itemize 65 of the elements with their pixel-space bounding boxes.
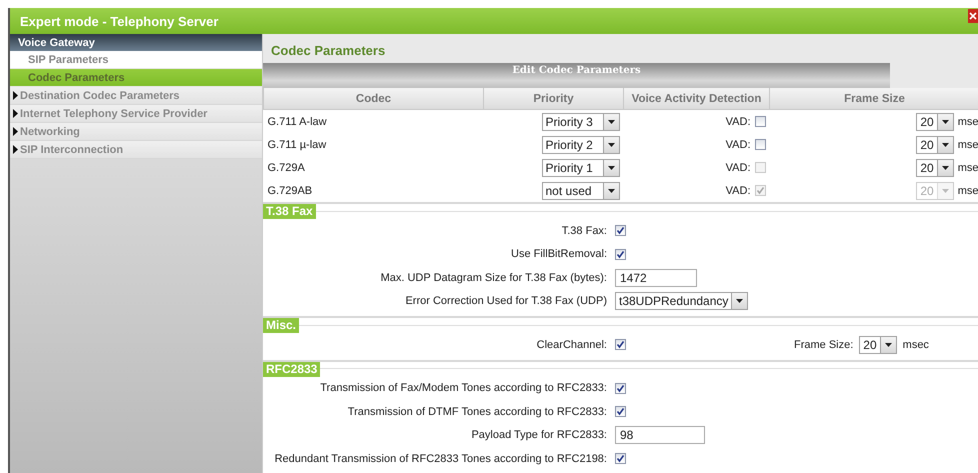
- vad-label: VAD:: [726, 162, 750, 174]
- frame-size-dropdown[interactable]: 20: [916, 136, 954, 154]
- panel-title: Edit Codec Parameters: [512, 65, 641, 76]
- caret-icon: [942, 142, 949, 146]
- column-header: Priority: [484, 88, 624, 110]
- frame-size-dropdown[interactable]: 20: [859, 336, 897, 354]
- unit-label: mse: [958, 116, 978, 128]
- caret-icon: [736, 299, 744, 304]
- codec-name: G.711 µ-law: [266, 138, 328, 152]
- page-heading: Codec Parameters: [271, 43, 386, 58]
- window-title: Expert mode - Telephony Server: [20, 14, 218, 28]
- field-label: ClearChannel:: [536, 338, 608, 351]
- unit-label: mse: [958, 184, 978, 196]
- input-field[interactable]: 98: [615, 426, 705, 444]
- caret-icon: [608, 166, 614, 170]
- vad-label: VAD:: [726, 116, 750, 128]
- field-label: Frame Size:: [794, 338, 854, 351]
- priority-dropdown[interactable]: Priority 3: [542, 112, 620, 130]
- sidebar-header: Voice Gateway: [18, 36, 95, 48]
- column-header: Voice Activity Detection: [624, 88, 770, 110]
- checkbox[interactable]: [615, 382, 626, 394]
- field-label: Redundant Transmission of RFC2833 Tones according to RFC2198:: [274, 452, 608, 465]
- dropdown[interactable]: t38UDPRedundancy: [615, 292, 748, 310]
- checkbox[interactable]: [615, 225, 626, 236]
- section-label: RFC2833: [263, 362, 320, 376]
- checkbox[interactable]: [615, 248, 626, 260]
- close-icon[interactable]: [968, 9, 978, 23]
- unit-label: mse: [958, 162, 978, 174]
- checkbox[interactable]: [615, 406, 626, 418]
- checkbox[interactable]: [615, 453, 626, 464]
- caret-icon: [884, 342, 892, 347]
- codec-name: G.729AB: [266, 184, 314, 198]
- field-label: Transmission of DTMF Tones according to RFC2833:: [346, 406, 608, 418]
- caret-icon: [608, 188, 614, 192]
- caret-icon: [608, 142, 614, 146]
- priority-dropdown[interactable]: Priority 1: [542, 158, 620, 176]
- section-label: Misc.: [263, 318, 300, 333]
- column-header: Codec: [264, 88, 484, 110]
- field-label: T.38 Fax:: [560, 224, 608, 237]
- codec-name: G.729A: [266, 160, 306, 176]
- field-label: Payload Type for RFC2833:: [470, 429, 608, 442]
- vad-checkbox[interactable]: [754, 139, 766, 150]
- vad-label: VAD:: [726, 138, 750, 150]
- caret-icon: [942, 188, 949, 192]
- checkbox[interactable]: [615, 339, 626, 350]
- sidebar-item[interactable]: SIP Parameters: [10, 51, 262, 69]
- section-label: T.38 Fax: [263, 204, 316, 219]
- column-header: Frame Size: [770, 88, 978, 110]
- priority-dropdown[interactable]: not used: [542, 182, 620, 200]
- frame-size-dropdown[interactable]: 20: [916, 158, 954, 176]
- caret-icon: [608, 120, 614, 124]
- field-label: Max. UDP Datagram Size for T.38 Fax (bytes):: [380, 272, 608, 284]
- codec-name: G.711 A-law: [264, 110, 484, 133]
- unit-label: msec: [902, 338, 929, 351]
- vad-label: VAD:: [726, 184, 750, 196]
- caret-icon: [942, 120, 949, 124]
- frame-size-dropdown[interactable]: 20: [916, 112, 954, 130]
- vad-checkbox[interactable]: [754, 116, 766, 127]
- priority-dropdown[interactable]: Priority 2: [542, 136, 620, 154]
- unit-label: mse: [958, 138, 978, 150]
- field-label: Use FillBitRemoval:: [510, 248, 608, 260]
- field-label: Transmission of Fax/Modem Tones according to RFC2833:: [319, 382, 608, 394]
- input-field[interactable]: 1472: [615, 268, 697, 287]
- caret-icon: [942, 166, 949, 170]
- field-label: Error Correction Used for T.38 Fax (UDP): [404, 295, 608, 308]
